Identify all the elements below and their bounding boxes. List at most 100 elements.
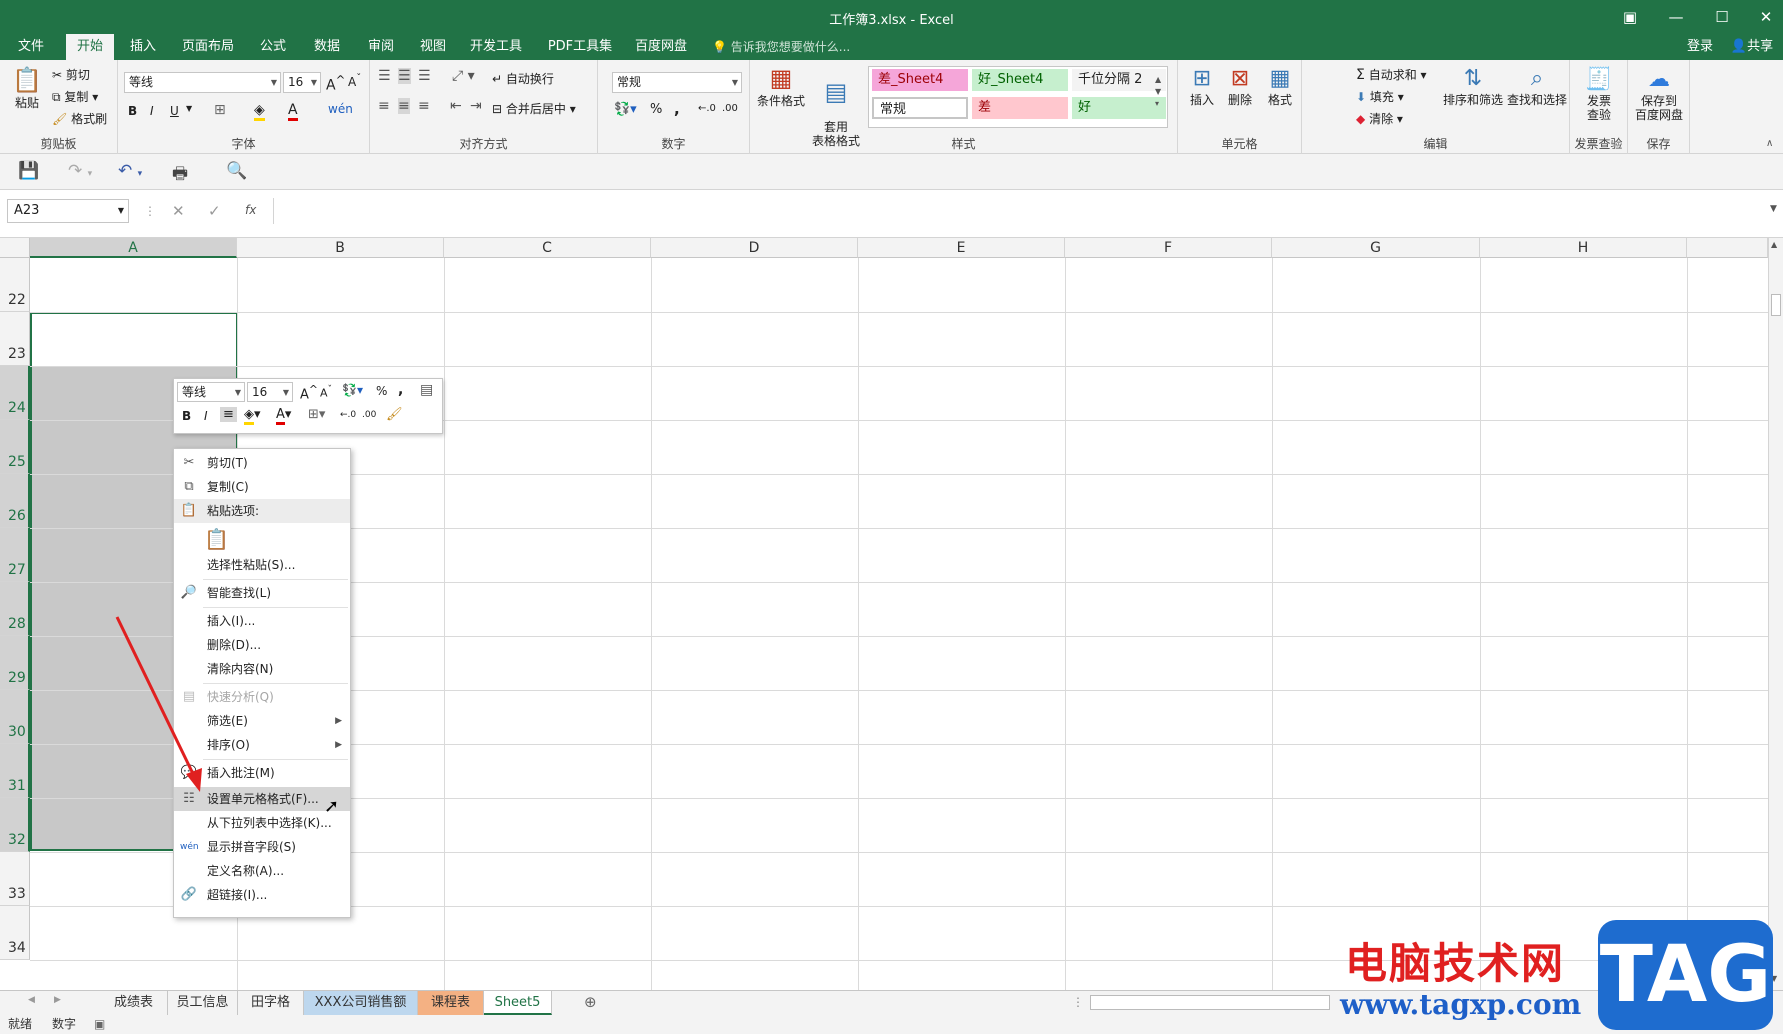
row-header-28[interactable]: 28 xyxy=(0,582,30,636)
decrease-indent-icon[interactable]: ⇤ xyxy=(450,98,462,114)
mini-font-select[interactable]: 等线 ▼ xyxy=(177,382,245,402)
column-header-f[interactable]: F xyxy=(1065,238,1272,258)
row-header-29[interactable]: 29 xyxy=(0,636,30,690)
mini-currency-icon[interactable]: 💱▾ xyxy=(342,383,363,397)
row-header-26[interactable]: 26 xyxy=(0,474,30,528)
row-header-31[interactable]: 31 xyxy=(0,744,30,798)
row-header-23[interactable]: 23 xyxy=(0,312,30,366)
style-normal[interactable]: 常规 xyxy=(872,97,968,119)
column-header-b[interactable]: B xyxy=(237,238,444,258)
mini-size-select[interactable]: 16 ▼ xyxy=(247,382,293,402)
tab-baidu-netdisk[interactable]: 百度网盘 xyxy=(628,34,694,60)
align-top-icon[interactable]: ☰ xyxy=(378,68,391,84)
expand-formula-icon[interactable]: ▼ xyxy=(1770,204,1777,214)
undo-icon[interactable]: ↶ ▾ xyxy=(118,161,142,181)
mini-fill-color-icon[interactable]: ◈▾ xyxy=(244,407,261,425)
fill-button[interactable]: ⬇ 填充 ▾ xyxy=(1356,88,1404,105)
vertical-scrollbar[interactable]: ▲ ▼ xyxy=(1768,238,1783,990)
format-cells-button[interactable]: ▦ 格式 xyxy=(1264,66,1296,108)
column-header-a[interactable]: A xyxy=(30,238,237,258)
mini-percent-icon[interactable]: % xyxy=(376,384,387,398)
tell-me-search[interactable]: 💡 告诉我您想要做什么... xyxy=(712,34,850,60)
tab-insert[interactable]: 插入 xyxy=(118,34,168,60)
bold-button[interactable]: B xyxy=(128,104,137,118)
grow-font-button[interactable]: A^ xyxy=(326,73,345,94)
sort-filter-button[interactable]: ⇅ 排序和筛选 xyxy=(1442,66,1504,108)
close-button[interactable]: ✕ xyxy=(1751,6,1781,28)
mini-decrease-decimal-icon[interactable]: .00 xyxy=(362,410,376,420)
maximize-button[interactable]: ☐ xyxy=(1707,6,1737,28)
menu-item-hyperlink[interactable]: 🔗 超链接(I)... xyxy=(174,883,350,907)
style-bad-sheet4[interactable]: 差_Sheet4 xyxy=(872,69,968,91)
style-bad[interactable]: 差 xyxy=(972,97,1068,119)
menu-item-show-phonetic[interactable]: wén 显示拼音字段(S) xyxy=(174,835,350,859)
name-box[interactable]: A23 ▼ xyxy=(7,199,129,223)
cut-button[interactable]: ✂ 剪切 xyxy=(52,66,90,83)
tab-formulas[interactable]: 公式 xyxy=(248,34,298,60)
insert-cells-button[interactable]: ⊞ 插入 xyxy=(1186,66,1218,108)
clear-button[interactable]: ◆ 清除 ▾ xyxy=(1356,110,1403,127)
scroll-thumb[interactable] xyxy=(1771,294,1781,316)
italic-button[interactable]: I xyxy=(150,104,154,118)
copy-button[interactable]: ⧉ 复制 ▾ xyxy=(52,88,98,105)
sheet-tab-employees[interactable]: 员工信息 xyxy=(168,991,238,1015)
minimize-button[interactable]: — xyxy=(1661,6,1691,28)
style-good-sheet4[interactable]: 好_Sheet4 xyxy=(972,69,1068,91)
add-sheet-icon[interactable]: ⊕ xyxy=(584,993,597,1011)
mini-increase-decimal-icon[interactable]: ←.0 xyxy=(340,410,356,420)
number-format-select[interactable]: 常规 ▼ xyxy=(612,72,742,93)
mini-italic-button[interactable]: I xyxy=(204,409,208,423)
wrap-text-button[interactable]: ↵ 自动换行 xyxy=(492,70,554,87)
style-comma-2[interactable]: 千位分隔 2 xyxy=(1072,69,1166,91)
sheet-tab-schedule[interactable]: 课程表 xyxy=(418,991,484,1015)
sheet-tab-grades[interactable]: 成绩表 xyxy=(100,991,168,1015)
menu-item-paste-special[interactable]: 选择性粘贴(S)... xyxy=(174,553,350,577)
conditional-format-button[interactable]: ▦ 条件格式 xyxy=(754,64,808,109)
zoom-preview-icon[interactable]: 🔍 xyxy=(226,161,247,181)
paste-option-icon[interactable]: 📋 xyxy=(204,527,229,551)
font-size-select[interactable]: 16 ▼ xyxy=(283,72,321,93)
column-header-c[interactable]: C xyxy=(444,238,651,258)
autosum-button[interactable]: Σ 自动求和 ▾ xyxy=(1356,66,1427,83)
currency-icon[interactable]: 💱▾ xyxy=(614,102,637,117)
column-header-next[interactable] xyxy=(1687,238,1768,258)
align-right-icon[interactable]: ≡ xyxy=(418,98,430,114)
share-button[interactable]: 👤共享 xyxy=(1724,34,1780,60)
align-center-icon[interactable]: ≡ xyxy=(398,98,410,114)
row-header-27[interactable]: 27 xyxy=(0,528,30,582)
align-left-icon[interactable]: ≡ xyxy=(378,98,390,114)
font-name-select[interactable]: 等线 ▼ xyxy=(124,72,281,93)
borders-icon[interactable]: ⊞ xyxy=(214,102,226,118)
paste-button[interactable]: 📋 粘贴 xyxy=(10,66,44,111)
format-painter-button[interactable]: 🖌 格式刷 xyxy=(52,110,107,127)
redo-icon[interactable]: ↷ ▾ xyxy=(68,161,92,181)
enter-icon[interactable]: ✓ xyxy=(208,202,221,220)
column-header-d[interactable]: D xyxy=(651,238,858,258)
orientation-icon[interactable]: ⤢ ▾ xyxy=(452,68,475,84)
fill-color-icon[interactable]: ◈ xyxy=(254,102,265,121)
row-header-22[interactable]: 22 xyxy=(0,258,30,312)
menu-item-cut[interactable]: ✂ 剪切(T) xyxy=(174,451,350,475)
row-header-32[interactable]: 32 xyxy=(0,798,30,852)
tab-review[interactable]: 审阅 xyxy=(356,34,406,60)
mini-comma-icon[interactable]: , xyxy=(398,382,403,398)
mini-center-icon[interactable]: ≡ xyxy=(220,407,237,422)
tab-view[interactable]: 视图 xyxy=(408,34,458,60)
mini-shrink-font-button[interactable]: Aˇ xyxy=(320,384,332,400)
delete-cells-button[interactable]: ⊠ 删除 xyxy=(1224,66,1256,108)
gallery-scroll-icon[interactable]: ▲ ▼ ▾ xyxy=(1155,74,1161,110)
increase-indent-icon[interactable]: ⇥ xyxy=(470,98,482,114)
merge-center-button[interactable]: ⊟ 合并后居中 ▾ xyxy=(492,100,576,117)
tab-data[interactable]: 数据 xyxy=(302,34,352,60)
collapse-ribbon-icon[interactable]: ∧ xyxy=(1766,138,1773,149)
print-preview-icon[interactable]: 🖶 xyxy=(172,161,188,190)
increase-decimal-icon[interactable]: ←.0 xyxy=(698,103,716,114)
underline-button[interactable]: U xyxy=(170,104,179,118)
mini-borders-icon[interactable]: ⊞▾ xyxy=(308,407,325,422)
mini-format-table-icon[interactable]: ▤ xyxy=(420,382,433,398)
sheet-tab-grid[interactable]: 田字格 xyxy=(238,991,304,1015)
align-bottom-icon[interactable]: ☰ xyxy=(418,68,431,84)
find-select-button[interactable]: ⌕ 查找和选择 xyxy=(1506,66,1568,108)
style-good[interactable]: 好 xyxy=(1072,97,1166,119)
insert-function-button[interactable]: fx xyxy=(245,203,256,217)
